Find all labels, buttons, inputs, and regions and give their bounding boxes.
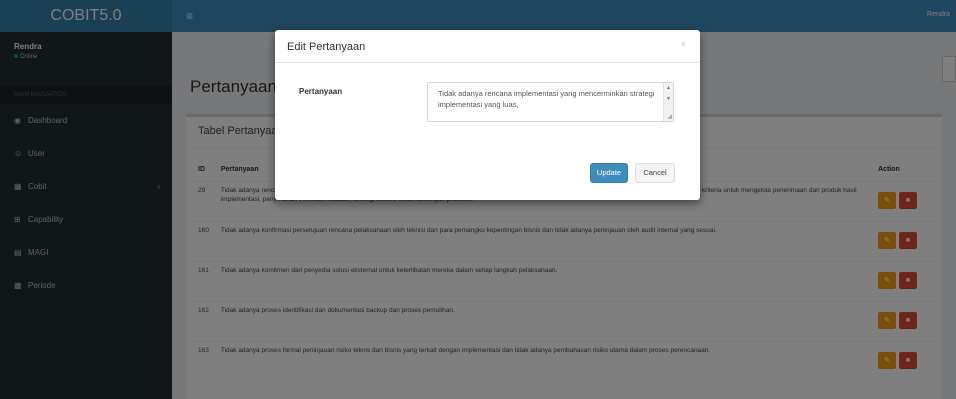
resize-handle-icon[interactable]: ◢ — [667, 113, 672, 120]
question-textarea[interactable]: Tidak adanya rencana implementasi yang m… — [427, 82, 674, 122]
question-field-label: Pertanyaan — [299, 87, 343, 96]
close-icon[interactable]: × — [681, 39, 686, 49]
modal-divider — [275, 62, 700, 63]
update-button[interactable]: Update — [590, 163, 628, 183]
edit-question-modal: Edit Pertanyaan × Pertanyaan Tidak adany… — [275, 30, 700, 200]
question-textarea-value: Tidak adanya rencana implementasi yang m… — [438, 89, 655, 109]
cancel-button[interactable]: Cancel — [635, 163, 675, 183]
scroll-down-icon[interactable]: ▼ — [666, 96, 671, 102]
modal-title: Edit Pertanyaan — [287, 41, 366, 53]
scroll-up-icon[interactable]: ▲ — [666, 85, 671, 91]
